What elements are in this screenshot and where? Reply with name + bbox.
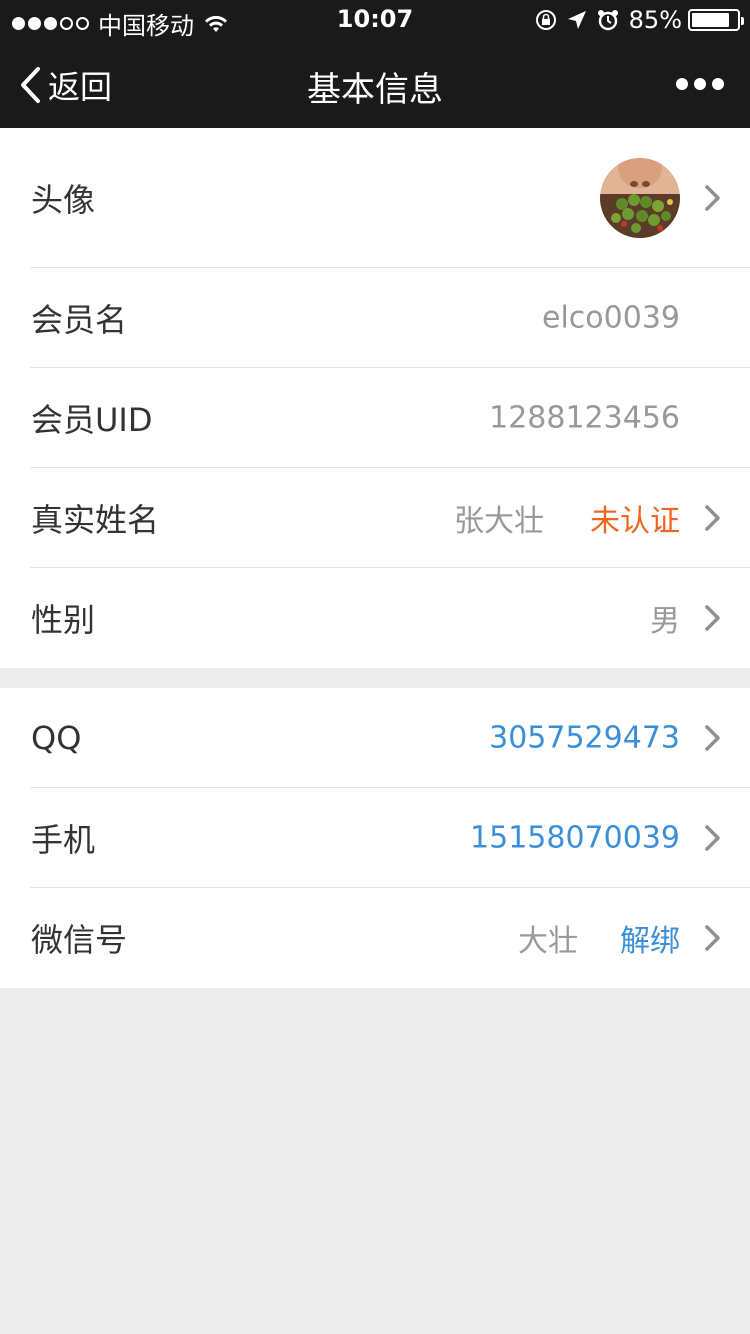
battery-fill: [692, 13, 729, 27]
more-dot: [676, 78, 688, 90]
gender-value: 男: [650, 604, 680, 639]
nav-bar: 返回 基本信息: [0, 40, 750, 128]
chevron-right-icon: [705, 505, 720, 531]
member-name-row: 会员名 elco0039: [0, 268, 750, 368]
rotation-lock-icon: [535, 10, 556, 30]
qq-value: 3057529473: [489, 720, 680, 756]
uid-row: 会员UID 1288123456: [0, 368, 750, 468]
more-menu-button[interactable]: [670, 78, 724, 90]
status-bar: 中国移动 10:07 85%: [0, 0, 750, 40]
gender-row[interactable]: 性别 男: [0, 568, 750, 668]
verification-status-badge: 未认证: [590, 504, 680, 539]
more-dot: [712, 78, 724, 90]
battery-nub: [741, 17, 744, 25]
uid-value: 1288123456: [489, 400, 680, 436]
bindings-group: QQ 3057529473 手机 15158070039 微信号 大壮 解绑: [0, 688, 750, 988]
qq-row[interactable]: QQ 3057529473: [0, 688, 750, 788]
battery-percent: 85%: [628, 6, 682, 34]
real-name-value: 张大壮: [454, 504, 544, 539]
real-name-row[interactable]: 真实姓名 张大壮 未认证: [0, 468, 750, 568]
location-arrow-icon: [567, 11, 586, 29]
real-name-label: 真实姓名: [31, 501, 160, 539]
battery-icon: [688, 9, 744, 31]
profile-group: 头像 会员名 elco0039 会员UID 1288123456 真实姓名 张大…: [0, 128, 750, 668]
phone-row[interactable]: 手机 15158070039: [0, 788, 750, 888]
alarm-icon: [597, 10, 618, 31]
phone-value: 15158070039: [470, 820, 680, 856]
chevron-right-icon: [705, 725, 720, 751]
page-title: 基本信息: [307, 70, 443, 110]
gender-label: 性别: [31, 601, 96, 639]
uid-label: 会员UID: [31, 401, 153, 439]
chevron-right-icon: [705, 925, 720, 951]
chevron-right-icon: [705, 605, 720, 631]
wechat-label: 微信号: [31, 921, 128, 959]
avatar-label: 头像: [31, 181, 96, 219]
wechat-value: 大壮: [518, 924, 578, 959]
more-dot: [694, 78, 706, 90]
avatar-row[interactable]: 头像: [0, 128, 750, 268]
status-right: 85%: [535, 6, 744, 34]
member-name-label: 会员名: [31, 301, 128, 339]
wechat-row[interactable]: 微信号 大壮 解绑: [0, 888, 750, 988]
avatar-image: [600, 158, 680, 238]
avatar: [600, 158, 680, 238]
chevron-right-icon: [705, 825, 720, 851]
unbind-button[interactable]: 解绑: [620, 916, 680, 960]
chevron-right-icon: [705, 185, 720, 211]
qq-label: QQ: [31, 719, 82, 757]
phone-label: 手机: [31, 821, 96, 859]
member-name-value: elco0039: [542, 300, 680, 336]
